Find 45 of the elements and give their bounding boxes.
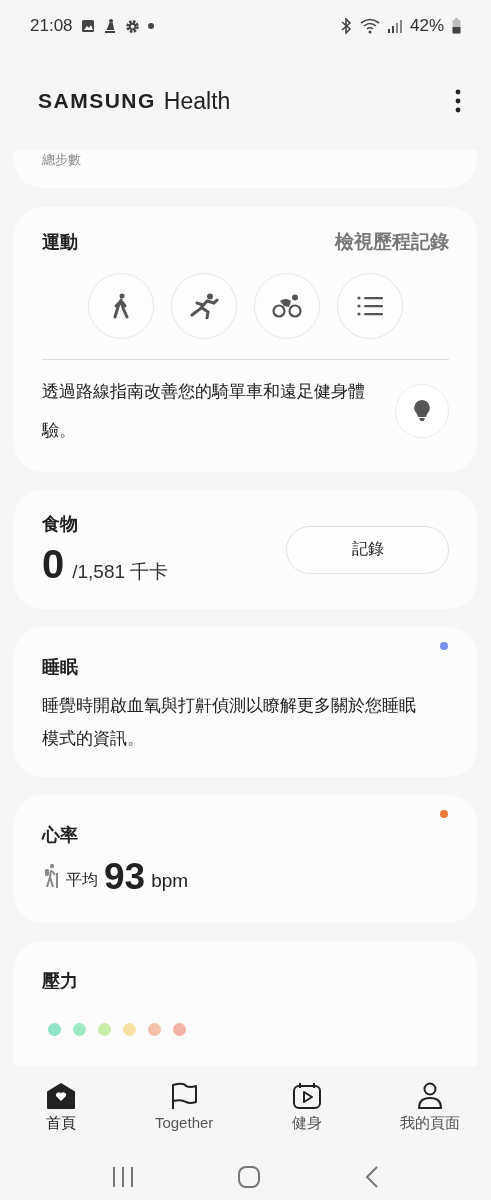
image-icon: [80, 19, 95, 33]
steps-card[interactable]: 總步數: [14, 150, 477, 188]
running-icon: [189, 293, 219, 319]
calendar-play-icon: [291, 1082, 322, 1110]
nav-tab[interactable]: 我的頁面: [374, 1082, 485, 1142]
flag-icon: [170, 1082, 199, 1110]
app-title: Health: [163, 87, 231, 115]
tip-text: 透過路線指南改善您的騎單車和遠足健身體驗。: [42, 381, 366, 442]
card-title: 運動: [42, 231, 78, 254]
more-icon: [455, 89, 461, 113]
view-history-link[interactable]: 檢視歷程記錄: [335, 229, 449, 255]
figure-icon: [102, 18, 117, 34]
heart-rate-unit: bpm: [151, 870, 189, 892]
battery-percentage: 42%: [409, 16, 444, 36]
bluetooth-icon: [339, 18, 352, 34]
wifi-icon: [359, 18, 380, 34]
calorie-target: /1,581 千卡: [72, 561, 169, 582]
average-label: 平均: [66, 870, 98, 890]
card-title: 壓力: [42, 970, 79, 993]
signal-icon: [387, 19, 402, 33]
brand-logo: SAMSUNG: [38, 89, 156, 113]
calorie-value: 0: [42, 542, 65, 586]
hiker-icon: [42, 863, 60, 889]
card-title: 食物: [42, 513, 79, 536]
record-button[interactable]: 記錄: [286, 525, 449, 574]
back-button[interactable]: [365, 1165, 380, 1189]
notification-dot-icon: [147, 23, 154, 29]
home-button[interactable]: [237, 1165, 262, 1189]
card-label: 總步數: [42, 152, 81, 167]
nav-tab[interactable]: 健身: [251, 1082, 362, 1142]
gear-icon: [124, 18, 140, 34]
home-icon: [46, 1082, 77, 1110]
battery-icon: [452, 18, 461, 34]
status-time: 21:08: [30, 16, 73, 36]
nav-tab[interactable]: Together: [129, 1082, 240, 1142]
lightbulb-icon: [413, 399, 431, 423]
card-title: 心率: [42, 824, 79, 847]
sleep-description: 睡覺時開啟血氧與打鼾偵測以瞭解更多關於您睡眠模式的資訊。: [42, 695, 417, 750]
card-title: 睡眠: [42, 656, 79, 679]
list-icon: [357, 296, 383, 316]
cycling-icon: [272, 294, 302, 318]
recent-apps-button[interactable]: [111, 1166, 134, 1188]
nav-tab[interactable]: 首頁: [6, 1082, 117, 1142]
person-icon: [416, 1082, 443, 1110]
heart-rate-value: 93: [104, 857, 146, 897]
